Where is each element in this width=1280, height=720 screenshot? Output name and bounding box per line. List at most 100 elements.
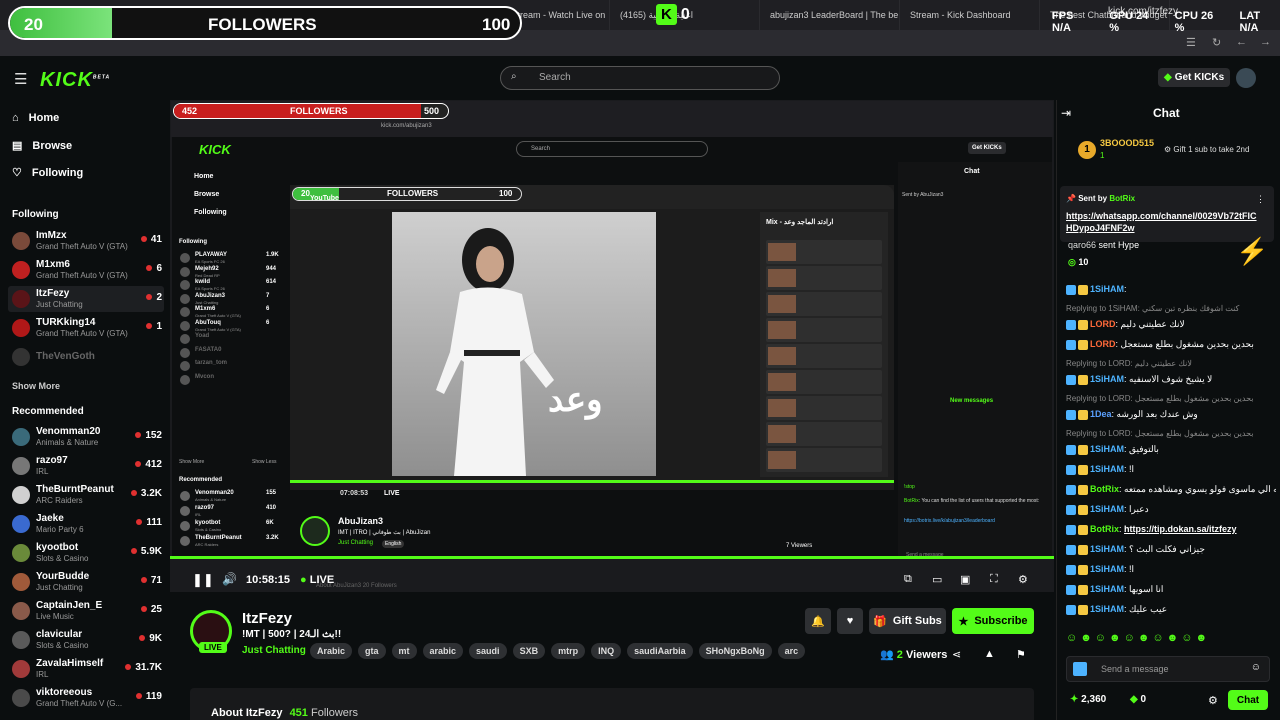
channel-item[interactable]: Venomman20 Animals & Nature 152 (8, 424, 164, 450)
chat-username[interactable]: BotRix (1090, 484, 1119, 494)
nav-browse[interactable]: ▤ Browse (12, 139, 72, 153)
back-icon[interactable]: ← (1236, 36, 1247, 48)
forward-icon[interactable]: → (1260, 36, 1271, 48)
stream-tag[interactable]: SHoNgxBoNg (698, 643, 772, 659)
report-icon[interactable]: ▲ (984, 648, 995, 660)
channel-points[interactable]: ✦ 2,360 (1070, 694, 1106, 705)
channel-item[interactable]: CaptainJen_E Live Music 25 (8, 598, 164, 624)
chat-username[interactable]: 1SiHAM (1090, 374, 1124, 384)
chat-username[interactable]: LORD (1090, 319, 1116, 329)
browser-tab[interactable]: Stream - Kick Dashboard (900, 0, 1040, 30)
chat-username[interactable]: 1SiHAM (1090, 604, 1124, 614)
channel-item[interactable]: ItzFezy Just Chatting 2 (8, 286, 164, 312)
fullscreen-icon[interactable]: ⛶ (990, 573, 998, 586)
channel-item[interactable]: ImMzx Grand Theft Auto V (GTA) 41 (8, 228, 164, 254)
user-avatar[interactable] (1236, 68, 1256, 88)
chat-send-button[interactable]: Chat (1228, 690, 1268, 710)
channel-avatar (12, 689, 30, 707)
volume-icon[interactable]: 🔊 (222, 572, 237, 586)
stream-tag[interactable]: gta (358, 643, 386, 659)
inner-channel-name: Yoad (195, 333, 210, 339)
heart-icon: ♡ (12, 167, 22, 179)
chat-message: 1SiHAM: (1066, 284, 1276, 295)
inner-channel-name: Mejeh92 (195, 265, 219, 272)
emote-row[interactable]: ☺☻☺☻☺☻☺☻☺☻ (1066, 632, 1272, 648)
menu-icon[interactable]: ☰ (14, 70, 27, 88)
chat-username[interactable]: 1SiHAM (1090, 464, 1124, 474)
inner-channel-name: TheBurntPeanut (195, 535, 242, 541)
user-options-icon[interactable]: ⚑ (1016, 648, 1026, 661)
share-icon[interactable]: ⋖ (952, 648, 961, 661)
pause-icon[interactable]: ❚❚ (192, 572, 214, 588)
inner-channel-game: Slots & Casino (195, 527, 222, 532)
top-gifter-name[interactable]: 3BOOOD515 (1100, 138, 1154, 148)
notification-bell-icon[interactable]: 🔔 (805, 608, 831, 634)
chat-username[interactable]: BotRix (1090, 524, 1119, 534)
stream-category[interactable]: Just Chatting (242, 645, 306, 656)
gift-leader-note[interactable]: ⚙ Gift 1 sub to take 2nd (1164, 145, 1249, 154)
chat-message: LORD: لانك عطيتني دليم (1066, 319, 1276, 330)
channel-item[interactable]: TheVenGoth (8, 344, 164, 370)
stream-tag[interactable]: mt (391, 643, 417, 659)
inner-channel-avatar (180, 374, 190, 385)
player-progress-bar[interactable] (170, 556, 1054, 559)
pinned-options-icon[interactable]: ⋮ (1256, 194, 1265, 205)
inner-channel-name: FASATA0 (195, 346, 222, 353)
channel-viewers: 111 (136, 517, 162, 528)
chat-username[interactable]: 1SiHAM (1090, 284, 1124, 294)
settings-gear-icon[interactable]: ⚙ (1018, 573, 1028, 586)
channel-item[interactable]: clavicular Slots & Casino 9K (8, 627, 164, 653)
pip-icon[interactable]: ▣ (960, 573, 970, 586)
kick-logo[interactable]: KICKBETA (40, 69, 110, 92)
stream-tag[interactable]: saudi (469, 643, 507, 659)
show-more-button[interactable]: Show More (12, 381, 60, 391)
collapse-chat-icon[interactable]: ⇥ (1061, 106, 1071, 120)
chat-settings-icon[interactable]: ⚙ (1208, 694, 1218, 707)
gift-subs-button[interactable]: 🎁 Gift Subs (869, 608, 946, 634)
chat-identity-icon[interactable] (1073, 662, 1087, 676)
channel-item[interactable]: ZavalaHimself IRL 31.7K (8, 656, 164, 682)
channel-item[interactable]: TheBurntPeanut ARC Raiders 3.2K (8, 482, 164, 508)
subscribe-button[interactable]: ★ Subscribe (952, 608, 1034, 634)
reload-icon[interactable]: ↻ (1212, 36, 1221, 49)
channel-item[interactable]: viktoreeous Grand Theft Auto V (G... 119 (8, 685, 164, 711)
search-input[interactable]: ⌕ Search (500, 66, 780, 90)
channel-item[interactable]: YourBudde Just Chatting 71 (8, 569, 164, 595)
chat-username[interactable]: 1SiHAM (1090, 584, 1124, 594)
streamer-name[interactable]: ItzFezy (242, 610, 292, 627)
chat-username[interactable]: 1SiHAM (1090, 444, 1124, 454)
chat-text: !ا (1129, 564, 1135, 574)
reader-icon[interactable]: ☰ (1186, 36, 1196, 49)
theater-icon[interactable]: ▭ (932, 573, 942, 586)
chat-input[interactable]: Send a message ☺ (1066, 656, 1270, 682)
stream-tag[interactable]: arc (777, 643, 806, 659)
kicks-balance[interactable]: ◆ 0 (1130, 694, 1146, 705)
stream-tag[interactable]: mtrp (551, 643, 586, 659)
chat-username[interactable]: 1Dea (1090, 409, 1112, 419)
nav-following[interactable]: ♡ Following (12, 166, 83, 180)
channel-item[interactable]: M1xm6 Grand Theft Auto V (GTA) 6 (8, 257, 164, 283)
channel-avatar (12, 319, 30, 337)
clip-icon[interactable]: ⧉ (904, 573, 912, 586)
stream-tag[interactable]: SXB (512, 643, 546, 659)
nav-home[interactable]: ⌂ Home (12, 112, 59, 124)
channel-item[interactable]: razo97 IRL 412 (8, 453, 164, 479)
chat-username[interactable]: 1SiHAM (1090, 504, 1124, 514)
stream-tag[interactable]: Arabic (310, 643, 353, 659)
stream-tag[interactable]: saudiAarbia (627, 643, 693, 659)
emoji-icon[interactable]: ☺ (1251, 662, 1261, 673)
pinned-link[interactable]: https://whatsapp.com/channel/0029Vb72tFI… (1066, 210, 1262, 234)
follow-heart-icon[interactable]: ♥ (837, 608, 863, 634)
chat-username[interactable]: 1SiHAM (1090, 544, 1124, 554)
stream-tag[interactable]: INQ (591, 643, 622, 659)
stream-tag[interactable]: arabic (422, 643, 464, 659)
channel-item[interactable]: kyootbot Slots & Casino 5.9K (8, 540, 164, 566)
browser-tab[interactable]: abujizan3 LeaderBoard | The be (760, 0, 900, 30)
chat-badge-icon (1066, 339, 1076, 350)
chat-username[interactable]: 1SiHAM (1090, 564, 1124, 574)
channel-item[interactable]: Jaeke Mario Party 6 111 (8, 511, 164, 537)
chat-username[interactable]: LORD (1090, 339, 1116, 349)
chat-text: انا اسويها (1129, 584, 1164, 594)
channel-item[interactable]: TURKking14 Grand Theft Auto V (GTA) 1 (8, 315, 164, 341)
get-kicks-button[interactable]: ◆ Get KICKs (1158, 68, 1231, 87)
